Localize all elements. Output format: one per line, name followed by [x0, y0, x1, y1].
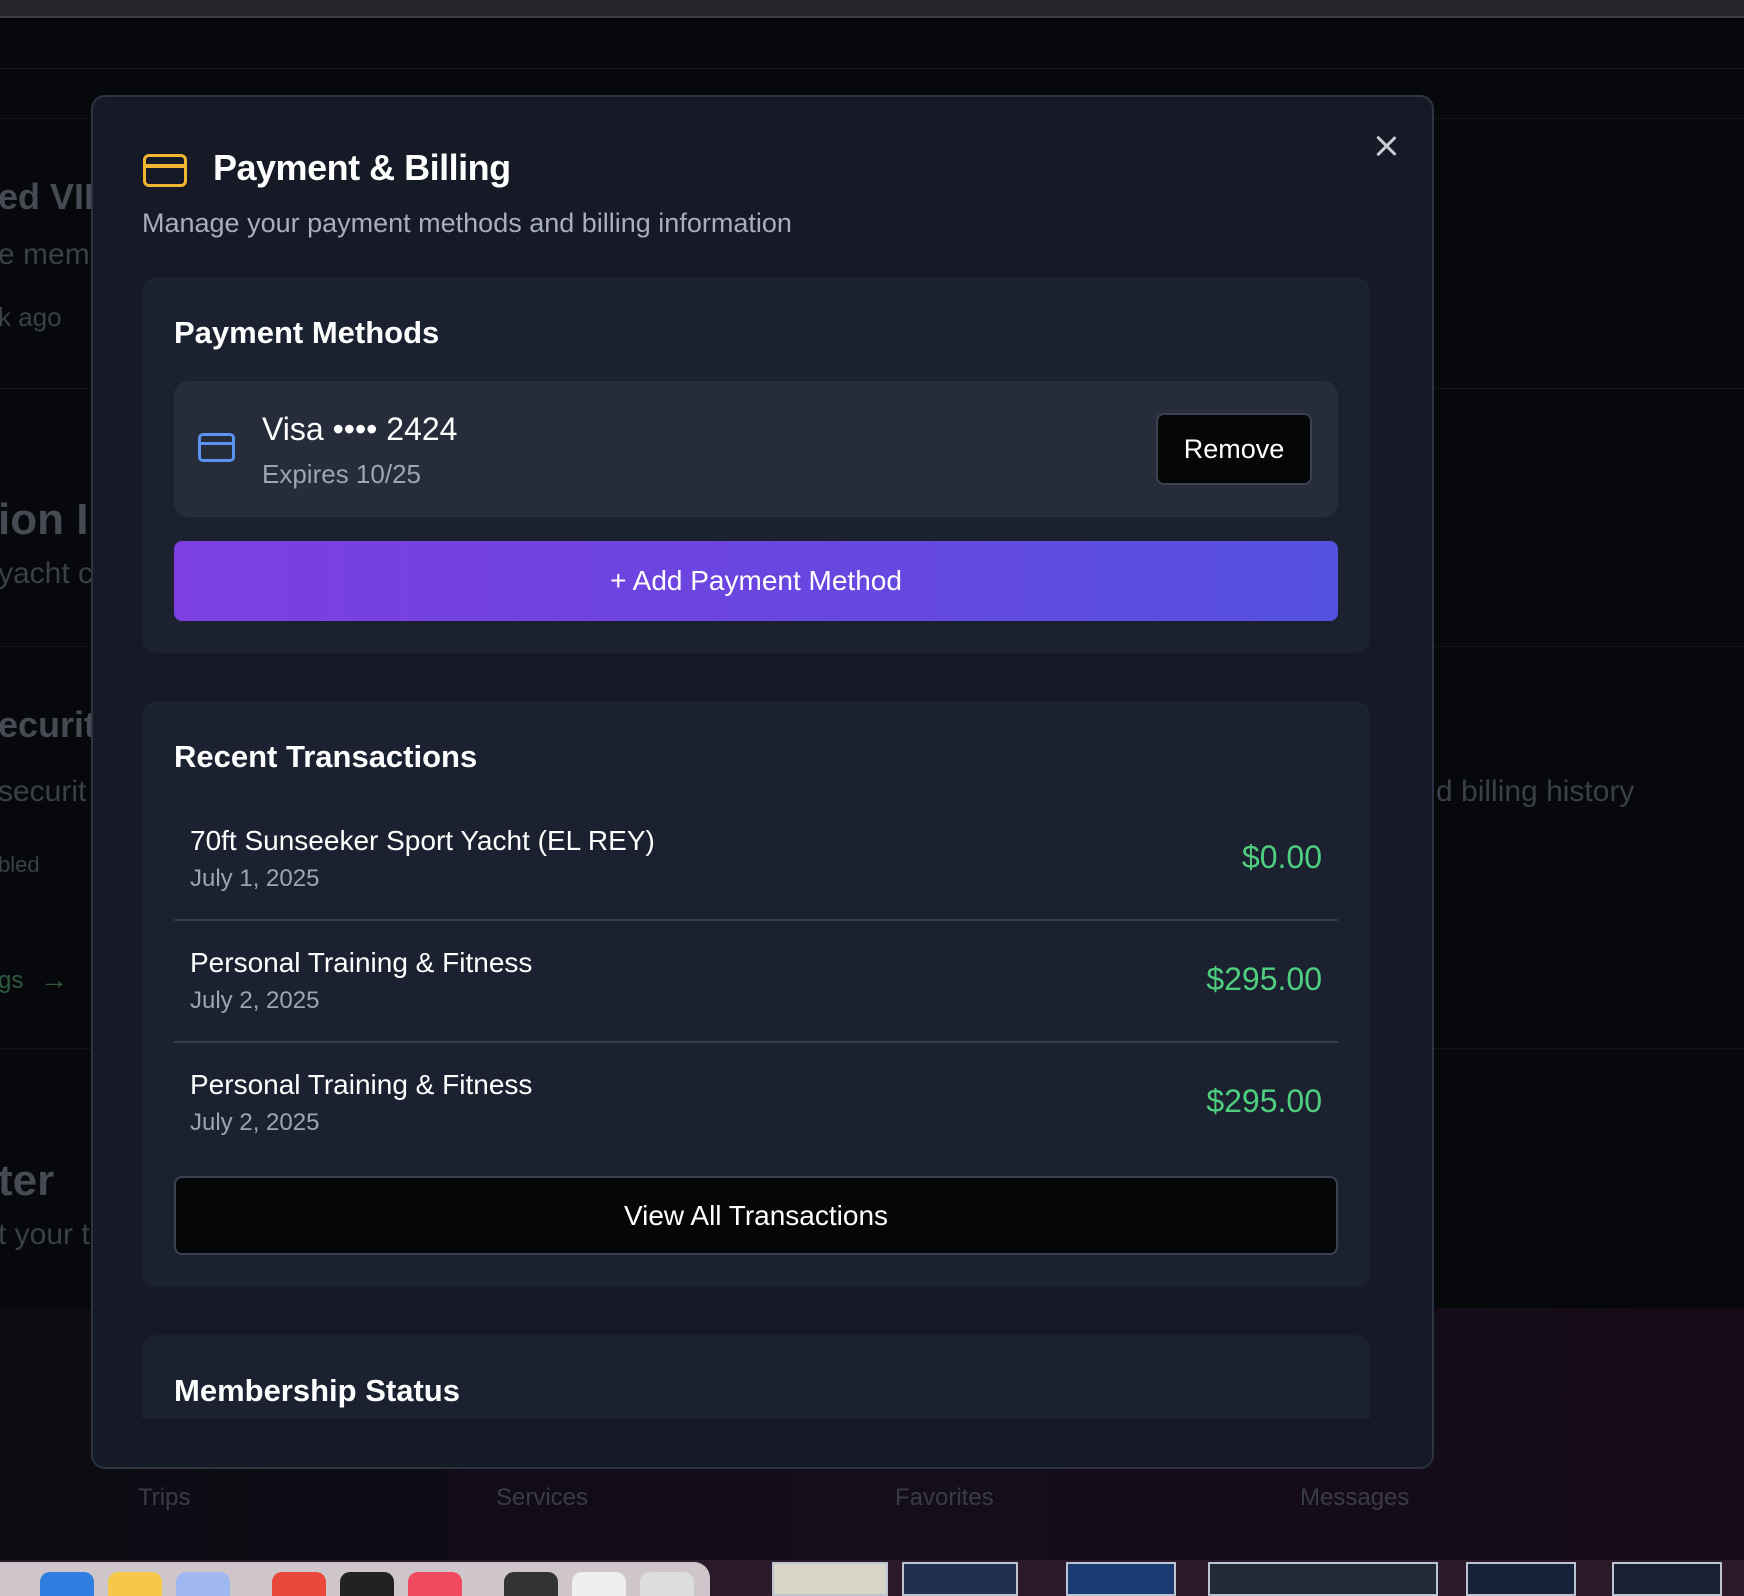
background-text: k ago: [0, 302, 62, 332]
safari-icon[interactable]: [40, 1572, 94, 1596]
credit-card-icon: [143, 154, 187, 187]
modal-subtitle: Manage your payment methods and billing …: [142, 208, 792, 238]
window-thumbnail[interactable]: [1466, 1562, 1576, 1596]
preview-icon[interactable]: [176, 1572, 230, 1596]
transaction-date: July 1, 2025: [190, 865, 320, 892]
background-text: d billing history: [1436, 775, 1635, 808]
remove-card-button[interactable]: Remove: [1156, 413, 1312, 485]
close-icon[interactable]: [1371, 131, 1401, 161]
transaction-row[interactable]: Personal Training & Fitness July 2, 2025…: [174, 921, 1338, 1043]
window-top-bar: [0, 0, 1744, 18]
background-text: t your t: [0, 1218, 90, 1251]
background-text: ter: [0, 1156, 55, 1205]
background-text: ecurit: [0, 704, 97, 745]
transaction-name: Personal Training & Fitness: [190, 947, 533, 978]
transaction-amount: $0.00: [1241, 839, 1322, 875]
chrome-icon[interactable]: [272, 1572, 326, 1596]
credit-card-icon: [198, 433, 235, 462]
card-name: Visa •••• 2424: [262, 411, 458, 447]
printer-icon[interactable]: [504, 1572, 558, 1596]
membership-status-title: Membership Status: [174, 1373, 460, 1408]
modal-bottom-padding: [93, 1419, 1432, 1467]
transaction-name: 70ft Sunseeker Sport Yacht (EL REY): [190, 825, 655, 856]
payment-methods-card: Payment Methods Visa •••• 2424 Expires 1…: [142, 277, 1370, 653]
window-thumbnail[interactable]: [1208, 1562, 1438, 1596]
notes-icon[interactable]: [108, 1572, 162, 1596]
view-all-transactions-button[interactable]: View All Transactions: [174, 1176, 1338, 1255]
background-text: bled: [0, 852, 40, 877]
background-link: gs: [0, 967, 24, 994]
window-thumbnail[interactable]: [1612, 1562, 1722, 1596]
transaction-amount: $295.00: [1206, 961, 1322, 997]
transaction-name: Personal Training & Fitness: [190, 1069, 533, 1100]
trash-icon[interactable]: [640, 1572, 694, 1596]
keyboard-icon[interactable]: [572, 1572, 626, 1596]
background-text: e mem: [0, 238, 90, 271]
background-text: yacht c: [0, 557, 94, 590]
add-payment-method-button[interactable]: + Add Payment Method: [174, 541, 1338, 621]
window-thumbnail[interactable]: [902, 1562, 1018, 1596]
recent-transactions-title: Recent Transactions: [174, 739, 478, 774]
transaction-row[interactable]: Personal Training & Fitness July 2, 2025…: [174, 1043, 1338, 1165]
arrow-right-icon: →: [40, 964, 68, 995]
modal-title: Payment & Billing: [213, 147, 511, 188]
background-text: ion I: [0, 495, 89, 544]
music-icon[interactable]: [408, 1572, 462, 1596]
payment-method-item: Visa •••• 2424 Expires 10/25 Remove: [174, 381, 1338, 517]
transaction-amount: $295.00: [1206, 1083, 1322, 1119]
transaction-row[interactable]: 70ft Sunseeker Sport Yacht (EL REY) July…: [174, 799, 1338, 921]
window-thumbnail[interactable]: [1066, 1562, 1176, 1596]
transaction-date: July 2, 2025: [190, 1109, 320, 1136]
payment-billing-modal: Payment & Billing Manage your payment me…: [91, 95, 1434, 1469]
transaction-date: July 2, 2025: [190, 987, 320, 1014]
nav-item-favorites: Favorites: [895, 1484, 994, 1511]
payment-methods-title: Payment Methods: [174, 315, 440, 350]
screen: ed VIP e mem k ago ion I yacht c ecurit …: [0, 0, 1744, 1596]
compass-icon[interactable]: [340, 1572, 394, 1596]
card-expiry: Expires 10/25: [262, 459, 421, 489]
nav-item-services: Services: [496, 1484, 589, 1511]
recent-transactions-card: Recent Transactions 70ft Sunseeker Sport…: [142, 701, 1370, 1287]
window-thumbnail[interactable]: [772, 1562, 888, 1596]
nav-item-trips: Trips: [138, 1484, 191, 1511]
nav-item-messages: Messages: [1300, 1484, 1410, 1511]
background-divider: [0, 68, 1744, 69]
background-text: securit: [0, 775, 87, 808]
